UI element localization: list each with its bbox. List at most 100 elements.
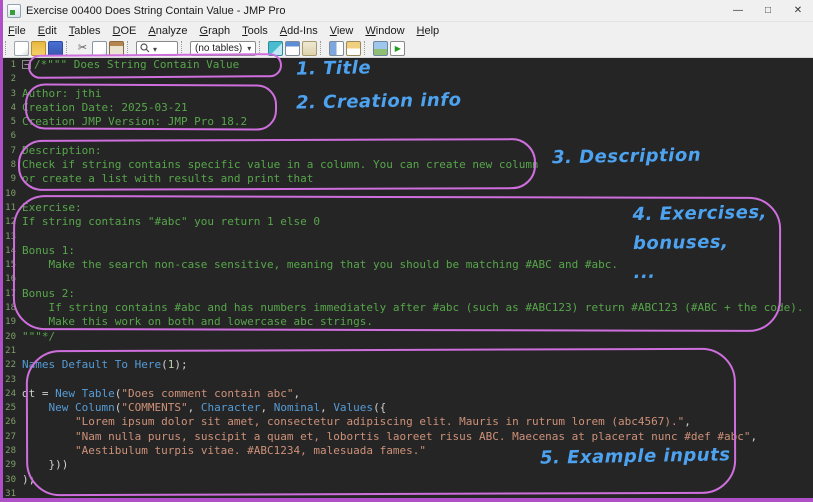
titlebar: Exercise 00400 Does String Contain Value… [0, 0, 813, 22]
code-line-12[interactable]: 12 If string contains "#abc" you return 1… [0, 215, 813, 229]
minimize-button[interactable]: — [723, 0, 753, 22]
line-number: 15 [5, 260, 16, 271]
line-number: 14 [5, 245, 16, 256]
ruler-icon[interactable] [268, 40, 284, 56]
code-text: Creation Date: 2025-03-21 [22, 100, 188, 114]
annotation-bottom-line [0, 498, 813, 502]
new-journal-icon[interactable] [14, 40, 29, 56]
code-line-28[interactable]: 28 "Aestibulum turpis vitae. #ABC1234, m… [0, 444, 813, 458]
toolbar-grip[interactable] [127, 41, 131, 55]
line-number: 23 [5, 374, 16, 385]
maximize-button[interactable]: □ [753, 0, 783, 22]
code-line-19[interactable]: 19 Make this work on both and lowercase … [0, 315, 813, 329]
code-line-8[interactable]: 8 Check if string contains specific value… [0, 158, 813, 172]
line-number: 6 [10, 131, 16, 142]
toolbar-grip[interactable] [5, 41, 9, 55]
code-text: "Nam nulla purus, suscipit a quam et, lo… [74, 429, 758, 443]
menu-tools[interactable]: Tools [236, 24, 274, 38]
image-icon[interactable] [373, 40, 389, 56]
menu-view[interactable]: View [324, 24, 360, 38]
close-button[interactable]: ✕ [783, 0, 813, 22]
code-line-5[interactable]: 5 Creation JMP Version: JMP Pro 18.2 [0, 115, 813, 129]
line-number: 12 [5, 217, 16, 228]
code-text: Make the search non-case sensitive, mean… [22, 258, 619, 272]
code-line-6[interactable]: 6 [0, 129, 813, 143]
code-line-14[interactable]: 14 Bonus 1: [0, 244, 813, 258]
toolbar-grip[interactable] [320, 41, 324, 55]
line-number: 16 [5, 274, 16, 285]
toolbar-grip[interactable] [66, 41, 70, 55]
toolbar-grip[interactable] [181, 41, 185, 55]
line-number: 30 [5, 474, 16, 485]
code-text: """*/ [22, 329, 56, 343]
search-box[interactable] [136, 39, 178, 57]
code-line-25[interactable]: 25 New Column("COMMENTS", Character, Nom… [0, 401, 813, 415]
code-line-2[interactable]: 2 [0, 72, 813, 86]
data-table-icon[interactable] [285, 40, 301, 56]
code-line-10[interactable]: 10 [0, 187, 813, 201]
code-line-26[interactable]: 26 "Lorem ipsum dolor sit amet, consecte… [0, 415, 813, 429]
save-icon[interactable] [48, 40, 63, 56]
code-line-30[interactable]: 30); [0, 473, 813, 487]
code-line-13[interactable]: 13 [0, 230, 813, 244]
window-title: Exercise 00400 Does String Contain Value… [26, 4, 286, 17]
line-number: 28 [5, 446, 16, 457]
code-line-18[interactable]: 18 If string contains #abc and has numbe… [0, 301, 813, 315]
code-line-16[interactable]: 16 [0, 272, 813, 286]
open-file-icon[interactable] [31, 40, 46, 56]
run-script-icon[interactable] [390, 40, 406, 56]
menu-help[interactable]: Help [411, 24, 446, 38]
annotation-left-line [0, 0, 3, 502]
line-number: 22 [5, 360, 16, 371]
line-number: 1 [10, 60, 16, 70]
paste-icon[interactable] [109, 40, 124, 56]
code-line-4[interactable]: 4 Creation Date: 2025-03-21 [0, 101, 813, 115]
journal-icon[interactable] [302, 40, 318, 56]
line-number: 25 [5, 403, 16, 414]
code-area[interactable]: 1−/*""" Does String Contain Value 2 3 Autho… [0, 58, 813, 501]
chevron-down-icon [153, 39, 157, 57]
code-line-29[interactable]: 29 })) [0, 458, 813, 472]
code-line-20[interactable]: 20 """*/ [0, 330, 813, 344]
menu-doe[interactable]: DOE [107, 24, 143, 38]
code-line-7[interactable]: 7 Description: [0, 144, 813, 158]
code-line-24[interactable]: 24 dt = New Table("Does comment contain a… [0, 387, 813, 401]
jmp-script-icon [7, 3, 21, 18]
fold-marker-icon[interactable]: − [22, 60, 31, 69]
line-number: 21 [5, 345, 16, 356]
cut-icon[interactable] [75, 41, 90, 56]
jmp-window: Exercise 00400 Does String Contain Value… [0, 0, 813, 502]
code-line-9[interactable]: 9 or create a list with results and print… [0, 172, 813, 186]
menu-add-ins[interactable]: Add-Ins [274, 24, 324, 38]
copy-icon[interactable] [92, 40, 107, 56]
code-line-27[interactable]: 27 "Nam nulla purus, suscipit a quam et,… [0, 430, 813, 444]
line-number: 7 [10, 145, 16, 156]
code-line-1[interactable]: 1 −/*""" Does String Contain Value [0, 58, 813, 72]
line-number: 13 [5, 231, 16, 242]
menu-file[interactable]: File [2, 24, 32, 38]
code-line-22[interactable]: 22 Names Default To Here(1); [0, 358, 813, 372]
code-text: "Aestibulum turpis vitae. #ABC1234, male… [74, 444, 426, 458]
code-text: Bonus 2: [22, 286, 75, 300]
line-number: 27 [5, 431, 16, 442]
code-line-15[interactable]: 15 Make the search non-case sensitive, m… [0, 258, 813, 272]
layout-vertical-icon[interactable] [329, 40, 345, 56]
menu-analyze[interactable]: Analyze [142, 24, 193, 38]
code-line-3[interactable]: 3 Author: jthi [0, 87, 813, 101]
menu-tables[interactable]: Tables [63, 24, 107, 38]
toolbar-grip[interactable] [259, 41, 263, 55]
toolbar-grip[interactable] [364, 41, 368, 55]
code-line-21[interactable]: 21 [0, 344, 813, 358]
code-line-23[interactable]: 23 [0, 373, 813, 387]
line-number: 20 [5, 331, 16, 342]
code-text: })) [22, 458, 69, 472]
line-number: 26 [5, 417, 16, 428]
script-editor[interactable]: 1−/*""" Does String Contain Value 2 3 Autho… [0, 58, 813, 502]
code-line-17[interactable]: 17 Bonus 2: [0, 287, 813, 301]
menu-graph[interactable]: Graph [194, 24, 237, 38]
layout-horizontal-icon[interactable] [346, 40, 362, 56]
code-line-11[interactable]: 11 Exercise: [0, 201, 813, 215]
menu-edit[interactable]: Edit [32, 24, 63, 38]
tables-combo[interactable]: (no tables) [190, 40, 257, 56]
menu-window[interactable]: Window [359, 24, 410, 38]
